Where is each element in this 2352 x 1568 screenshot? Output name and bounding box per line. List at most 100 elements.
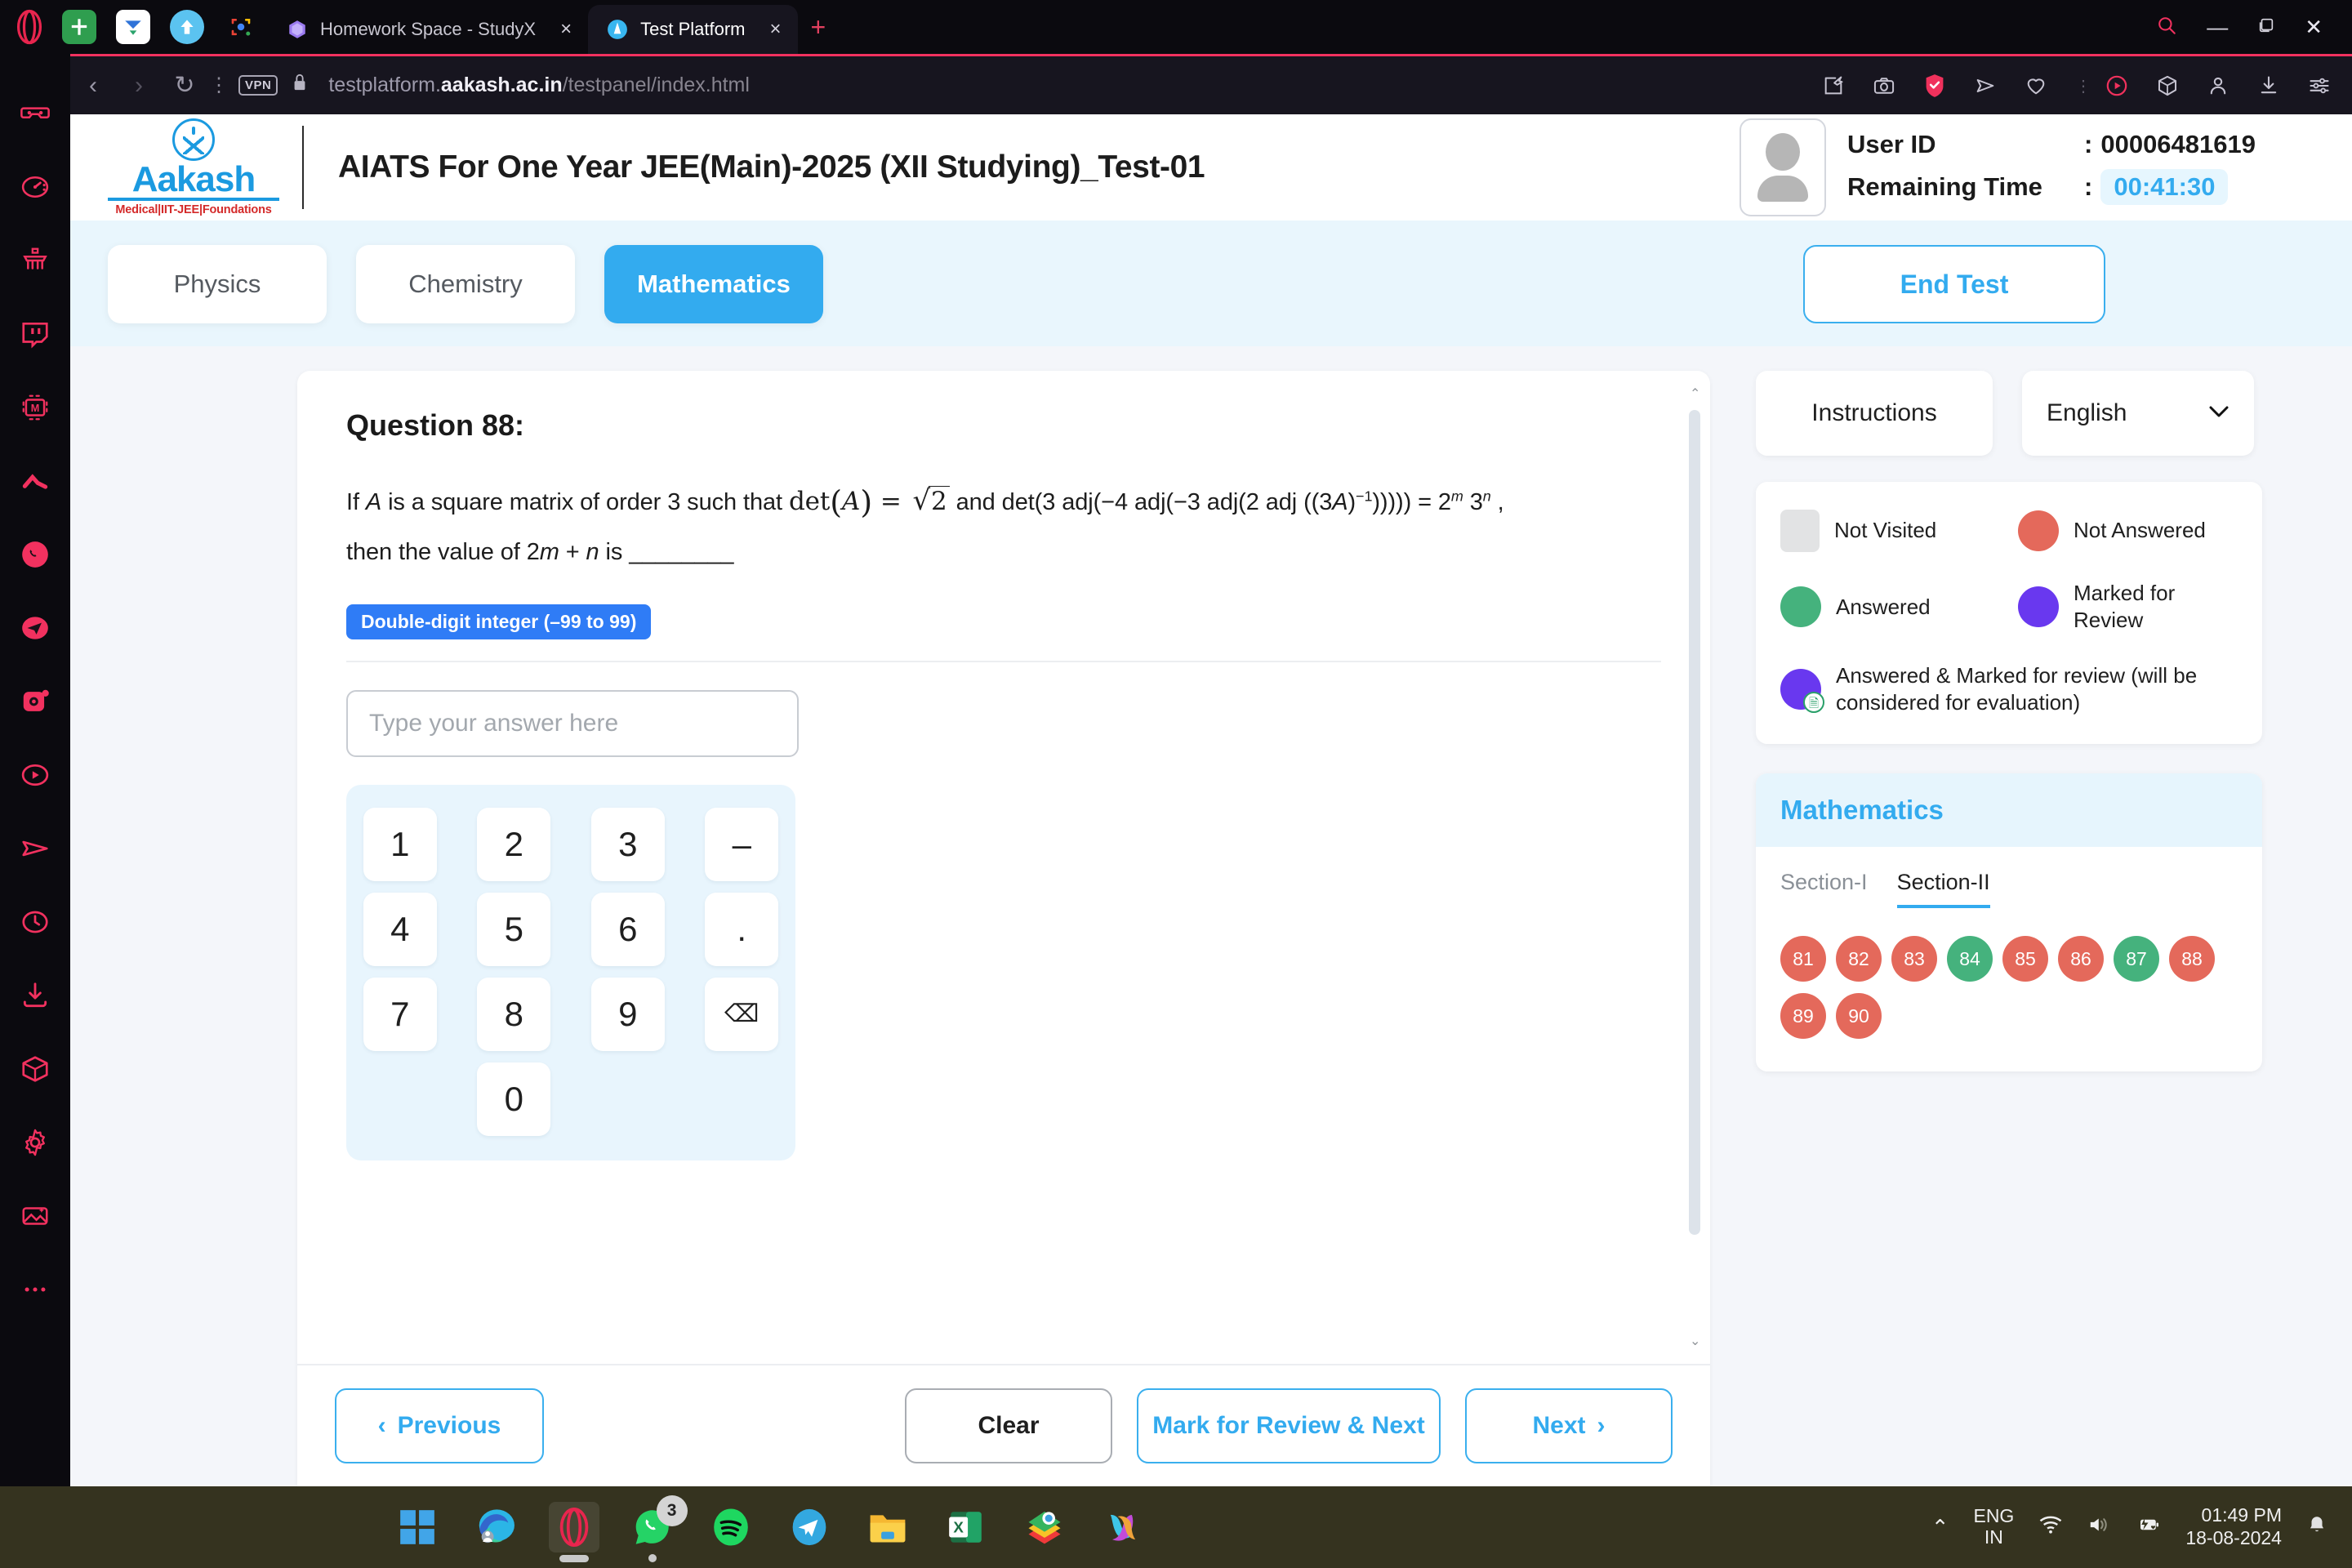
wifi-icon[interactable]: [2038, 1514, 2063, 1541]
cube-icon[interactable]: [2156, 74, 2179, 97]
pin-page-icon[interactable]: [1822, 74, 1845, 97]
send-icon[interactable]: [1974, 74, 1997, 97]
question-number-88[interactable]: 88: [2169, 936, 2215, 982]
spotify-app[interactable]: [706, 1502, 756, 1552]
tab-homework-space[interactable]: Homework Space - StudyX ×: [268, 5, 588, 54]
question-number-90[interactable]: 90: [1836, 993, 1882, 1040]
download-icon[interactable]: [2257, 74, 2280, 97]
mark-for-review-next-button[interactable]: Mark for Review & Next: [1137, 1388, 1441, 1463]
messenger-m-icon[interactable]: M: [0, 371, 70, 444]
excel-app[interactable]: X: [941, 1502, 991, 1552]
answer-input-wrapper[interactable]: [346, 689, 799, 757]
search-icon[interactable]: [2156, 15, 2177, 39]
history-clock-icon[interactable]: [0, 885, 70, 959]
tab-physics[interactable]: Physics: [108, 245, 327, 323]
snapshot-icon[interactable]: [1873, 74, 1895, 97]
key-2[interactable]: 2: [477, 807, 551, 881]
more-dots-icon[interactable]: [0, 1253, 70, 1326]
whatsapp-icon[interactable]: [0, 518, 70, 591]
opera-app[interactable]: [548, 1502, 599, 1562]
tab-mathematics[interactable]: Mathematics: [604, 245, 823, 323]
question-number-83[interactable]: 83: [1891, 936, 1937, 982]
key-0[interactable]: 0: [477, 1062, 551, 1136]
notification-bell-icon[interactable]: [2306, 1513, 2328, 1542]
battery-icon[interactable]: [2136, 1514, 2161, 1541]
key-7[interactable]: 7: [363, 977, 437, 1051]
aria-icon[interactable]: [0, 444, 70, 518]
lock-icon[interactable]: [291, 72, 309, 99]
telegram-app[interactable]: [784, 1502, 835, 1552]
scrollbar-thumb[interactable]: [1689, 410, 1700, 1236]
start-button[interactable]: [392, 1502, 443, 1552]
instagram-icon[interactable]: [0, 665, 70, 738]
key-1[interactable]: 1: [363, 807, 437, 881]
twitch-icon[interactable]: [0, 297, 70, 371]
key-minus[interactable]: –: [705, 807, 779, 881]
volume-icon[interactable]: [2087, 1514, 2112, 1541]
person-icon[interactable]: [2207, 74, 2230, 97]
photos-app[interactable]: [1019, 1502, 1070, 1552]
instructions-button[interactable]: Instructions: [1756, 371, 1993, 456]
quick-access-plus-icon[interactable]: [62, 10, 96, 44]
easy-setup-icon[interactable]: [2308, 74, 2331, 97]
downloads-icon[interactable]: [0, 959, 70, 1032]
edge-app[interactable]: [470, 1502, 521, 1552]
key-4[interactable]: 4: [363, 892, 437, 966]
maximize-button[interactable]: [2257, 16, 2275, 38]
player-icon[interactable]: [2105, 74, 2128, 97]
whatsapp-app[interactable]: 3: [627, 1495, 688, 1562]
language-indicator[interactable]: ENG IN: [1973, 1505, 2014, 1548]
vr-goggles-icon[interactable]: [0, 77, 70, 150]
question-number-87[interactable]: 87: [2114, 936, 2159, 982]
question-number-84[interactable]: 84: [1947, 936, 1993, 982]
cleaner-icon[interactable]: [0, 224, 70, 297]
language-selector[interactable]: English: [2022, 371, 2254, 456]
section-tab-1[interactable]: Section-I: [1780, 870, 1868, 908]
send-plane-icon[interactable]: [0, 812, 70, 885]
file-explorer-app[interactable]: [862, 1502, 913, 1552]
close-icon[interactable]: ×: [770, 20, 782, 39]
close-icon[interactable]: ×: [560, 20, 572, 39]
speed-dial-icon[interactable]: [0, 150, 70, 224]
cube-box-icon[interactable]: [0, 1032, 70, 1106]
scroll-up-icon[interactable]: ⌃: [1690, 385, 1700, 402]
key-3[interactable]: 3: [590, 807, 665, 881]
section-tab-2[interactable]: Section-II: [1896, 870, 1990, 909]
quick-access-mail-icon[interactable]: [116, 10, 150, 44]
back-button[interactable]: ‹: [70, 72, 116, 100]
question-number-82[interactable]: 82: [1836, 936, 1882, 982]
player-circle-icon[interactable]: [0, 738, 70, 812]
clock[interactable]: 01:49 PM 18-08-2024: [2185, 1504, 2282, 1549]
question-number-85[interactable]: 85: [2002, 936, 2048, 982]
key-5[interactable]: 5: [477, 892, 551, 966]
url-text[interactable]: testplatform.aakash.ac.in/testpanel/inde…: [328, 74, 750, 97]
image-sparkle-icon[interactable]: [0, 1179, 70, 1253]
previous-button[interactable]: ‹ Previous: [335, 1388, 544, 1463]
page-menu-icon[interactable]: ⋮: [207, 74, 230, 97]
close-window-button[interactable]: ✕: [2305, 16, 2323, 38]
key-9[interactable]: 9: [590, 977, 665, 1051]
copilot-app[interactable]: [1098, 1502, 1148, 1552]
settings-gear-icon[interactable]: [0, 1106, 70, 1179]
scroll-down-icon[interactable]: ⌄: [1690, 1333, 1700, 1349]
minimize-button[interactable]: —: [2207, 16, 2228, 38]
vpn-badge[interactable]: VPN: [238, 75, 278, 96]
quick-access-upload-icon[interactable]: [170, 10, 204, 44]
heart-icon[interactable]: [2025, 74, 2047, 97]
key-8[interactable]: 8: [477, 977, 551, 1051]
question-number-86[interactable]: 86: [2058, 936, 2104, 982]
backspace-key[interactable]: ⌫: [705, 977, 779, 1051]
question-number-89[interactable]: 89: [1780, 993, 1826, 1040]
reload-button[interactable]: ↻: [162, 71, 207, 100]
clear-button[interactable]: Clear: [905, 1388, 1112, 1463]
question-scrollbar[interactable]: ⌃ ⌄: [1689, 387, 1700, 1348]
next-button[interactable]: Next ›: [1465, 1388, 1673, 1463]
opera-logo-icon[interactable]: [7, 4, 52, 50]
tray-expand-icon[interactable]: ⌃: [1931, 1515, 1949, 1540]
shield-check-icon[interactable]: [1923, 74, 1946, 98]
new-tab-button[interactable]: +: [811, 14, 826, 40]
forward-button[interactable]: ›: [116, 72, 162, 100]
quick-access-lens-icon[interactable]: [224, 10, 258, 44]
question-number-81[interactable]: 81: [1780, 936, 1826, 982]
tab-test-platform[interactable]: Test Platform ×: [588, 5, 798, 54]
